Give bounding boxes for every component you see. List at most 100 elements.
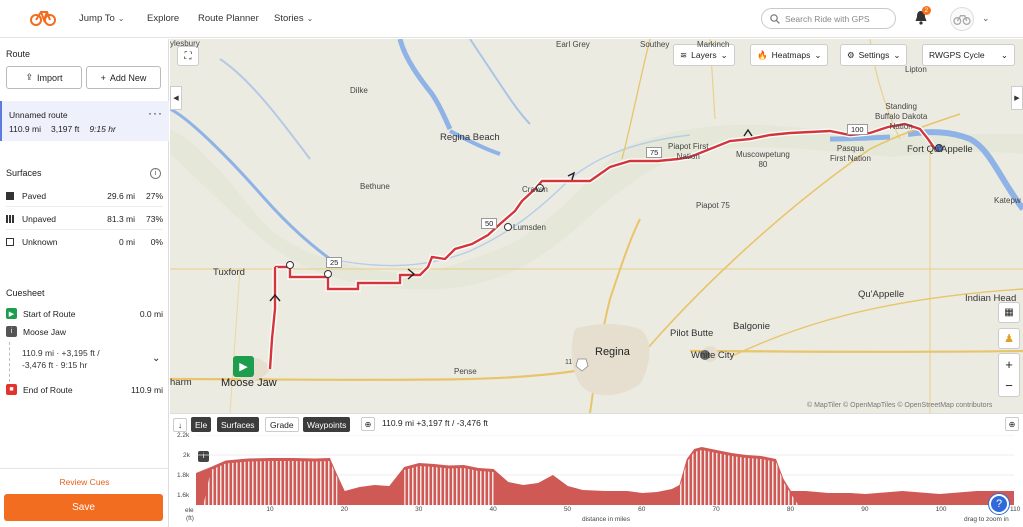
settings-button[interactable]: ⚙ Settings ⌄ (840, 44, 908, 66)
place-label: White City (691, 350, 735, 361)
map-style-label: RWGPS Cycle (929, 50, 985, 60)
mile-marker[interactable]: 100 (847, 124, 868, 135)
route-elevation: 3,197 ft (50, 124, 80, 134)
search-input[interactable]: Search Ride with GPS (761, 8, 896, 29)
route-card[interactable]: Unnamed route 110.9 mi 3,197 ft 9:15 hr … (0, 101, 169, 141)
surface-percent: 73% (145, 213, 163, 224)
route-name: Unnamed route (9, 110, 68, 120)
expand-panel-icon[interactable]: ▶ (1011, 86, 1023, 110)
cue-summary: 110.9 mi · +3,195 ft / -3,476 ft · 9:15 … (22, 347, 100, 371)
chevron-down-icon[interactable]: ⌄ (152, 353, 160, 364)
collapse-sidebar-icon[interactable]: ◀ (170, 86, 182, 110)
cue-label: Start of Route (23, 308, 76, 319)
chevron-down-icon: ⌄ (306, 14, 314, 23)
nav-explore[interactable]: Explore (147, 13, 179, 24)
place-label: Pense (454, 367, 477, 376)
start-marker-icon[interactable]: ▶ (233, 356, 254, 377)
add-new-button[interactable]: + Add New (86, 66, 161, 89)
surface-row-unknown: Unknown 0 mi 0% (6, 231, 163, 253)
place-label: Lumsden (513, 223, 546, 232)
map-canvas[interactable]: ≋ Layers ⌄ 🔥 Heatmaps ⌄ ⚙ Settings ⌄ RWGPS Cyc… (170, 39, 1023, 413)
nav-stories[interactable]: Stories ⌄ (274, 13, 313, 24)
chevron-down-icon[interactable]: ⌄ (982, 13, 990, 24)
cue-moose-jaw[interactable]: i Moose Jaw (6, 326, 163, 337)
tab-waypoints[interactable]: Waypoints (303, 417, 351, 432)
unpaved-segment (679, 450, 799, 505)
flame-icon: 🔥 (757, 49, 768, 60)
nav-explore-label: Explore (147, 13, 180, 24)
cue-label: End of Route (23, 384, 73, 395)
map-view-icon[interactable]: ▦ (998, 302, 1020, 323)
y-tick-label: 1.6k (177, 492, 190, 499)
route-time: 9:15 hr (89, 124, 116, 134)
x-tick-label: 60 (638, 506, 646, 513)
rwgps-logo-icon[interactable] (30, 8, 56, 28)
place-label: Indian Head (965, 293, 1017, 304)
place-label: Pilot Butte (670, 328, 714, 339)
upload-icon: ⇪ (25, 72, 34, 82)
street-view-icon[interactable]: ♟ (998, 328, 1020, 349)
x-tick-label: 10 (266, 506, 274, 513)
nav-route-planner[interactable]: Route Planner (198, 13, 259, 24)
place-label: harm (170, 377, 192, 388)
route-section-title: Route (6, 49, 31, 59)
place-label: ylesbury (170, 39, 200, 48)
x-tick-label: 70 (712, 506, 720, 513)
info-cue-icon: i (6, 326, 17, 337)
x-tick-label: 40 (489, 506, 497, 513)
surfaces-title: Surfaces (6, 168, 42, 178)
mile-marker[interactable]: 75 (646, 147, 663, 158)
zoom-in-icon[interactable]: + (1005, 357, 1013, 372)
chevron-down-icon: ⌄ (720, 49, 728, 60)
surface-percent: 27% (145, 190, 163, 201)
cue-summary-line: 110.9 mi · +3,195 ft / (22, 348, 100, 358)
x-axis-label: distance in miles (582, 516, 631, 523)
review-cues-button[interactable]: Review Cues (0, 468, 169, 494)
place-label-muscowpetung: Muscowpetung 80 (736, 150, 790, 170)
surface-distance: 0 mi (118, 237, 135, 247)
tab-elevation[interactable]: Ele (191, 417, 212, 432)
elevation-chart[interactable] (196, 435, 1014, 505)
cue-end[interactable]: ■ End of Route 110.9 mi (6, 384, 163, 395)
map-style-select[interactable]: RWGPS Cycle ⌄ (922, 44, 1015, 66)
more-options-icon[interactable]: ··· (148, 106, 163, 120)
y-axis-label: (ft) (186, 515, 194, 522)
notification-badge: 2 (922, 6, 931, 15)
surface-distance: 81.3 mi (107, 213, 135, 224)
zoom-icon[interactable]: ⊕ (361, 417, 375, 431)
map-attribution[interactable]: © MapTiler © OpenMapTiles © OpenStreetMa… (807, 402, 992, 409)
nav-jump-to[interactable]: Jump To ⌄ (79, 13, 124, 24)
info-icon[interactable]: i (150, 168, 161, 179)
zoom-icon[interactable]: ⊕ (1005, 417, 1019, 431)
y-tick-label: 2k (183, 452, 190, 459)
nav-route-planner-label: Route Planner (198, 13, 259, 24)
help-icon[interactable]: ? (989, 494, 1009, 514)
tab-surfaces[interactable]: Surfaces (217, 417, 259, 432)
zoom-out-icon[interactable]: − (1005, 378, 1013, 393)
avatar[interactable] (950, 7, 974, 31)
save-button[interactable]: Save (4, 494, 163, 521)
chevron-down-icon: ⌄ (117, 14, 125, 23)
mile-marker[interactable]: 50 (481, 218, 498, 229)
unpaved-swatch-icon (6, 214, 14, 223)
surface-name: Unknown (22, 237, 58, 247)
cue-summary-line: -3,476 ft · 9:15 hr (22, 360, 88, 370)
fullscreen-icon[interactable]: ⛶ (177, 46, 199, 66)
bike-icon (953, 15, 971, 25)
import-button[interactable]: ⇪ Import (6, 66, 82, 89)
mile-marker[interactable]: 25 (326, 257, 343, 268)
heatmaps-button[interactable]: 🔥 Heatmaps ⌄ (750, 44, 829, 66)
x-tick-label: 90 (861, 506, 869, 513)
collapse-panel-icon[interactable]: ↓ (173, 418, 187, 432)
unpaved-segment (203, 461, 338, 505)
place-label: Tuxford (213, 267, 245, 278)
place-label: Piapot First (668, 142, 709, 151)
add-new-label: Add New (109, 72, 147, 83)
cue-connector (9, 342, 10, 382)
cue-start[interactable]: ▶ Start of Route 0.0 mi (6, 308, 163, 319)
place-label: Pasqua (836, 144, 865, 153)
place-label: Moose Jaw (221, 377, 277, 389)
cue-distance: 110.9 mi (131, 384, 163, 395)
nav-stories-label: Stories (274, 13, 304, 24)
tab-grade[interactable]: Grade (265, 417, 299, 432)
